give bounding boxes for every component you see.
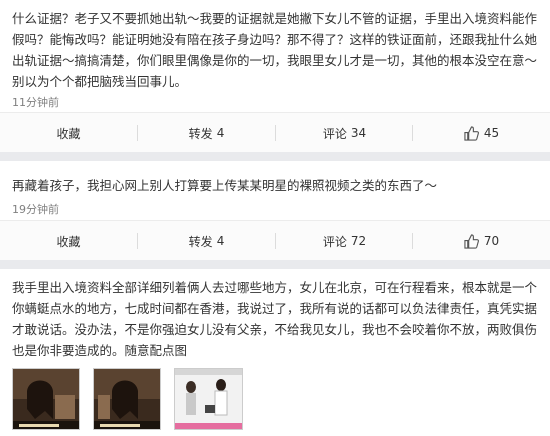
- post-time: 19分钟前: [12, 203, 59, 216]
- comment-label: 评论: [322, 126, 347, 141]
- post-time: 11分钟前: [12, 96, 59, 109]
- weibo-post-2: 再藏着孩子，我担心网上别人打算要上传某某明星的裸照视频之类的东西了～ 19分钟前…: [0, 161, 550, 261]
- thumbs-up-icon: [464, 233, 479, 249]
- repost-count: 4: [216, 126, 225, 140]
- post-text: 我手里出入境资料全部详细列着俩人去过哪些地方，女儿在北京，可在行程看来，根本就是…: [12, 280, 538, 358]
- repost-label: 转发: [188, 126, 213, 141]
- like-button[interactable]: 45: [413, 113, 550, 153]
- card-gap: [0, 152, 550, 161]
- comment-count: 34: [350, 126, 367, 140]
- comment-button[interactable]: 评论 34: [276, 113, 413, 153]
- post-image-2[interactable]: [93, 368, 161, 430]
- favorite-label: 收藏: [56, 234, 81, 249]
- favorite-button[interactable]: 收藏: [0, 221, 137, 261]
- favorite-button[interactable]: 收藏: [0, 113, 137, 153]
- post-image-1[interactable]: [12, 368, 80, 430]
- comment-count: 72: [350, 234, 367, 248]
- like-count: 45: [483, 126, 500, 140]
- post-text: 再藏着孩子，我担心网上别人打算要上传某某明星的裸照视频之类的东西了～: [12, 178, 438, 193]
- thumbs-up-icon: [464, 125, 479, 141]
- action-bar: 收藏 转发 4 评论 34 45: [0, 112, 550, 153]
- photo-thumbnail: [175, 369, 242, 429]
- like-count: 70: [483, 234, 500, 248]
- repost-button[interactable]: 转发 4: [138, 221, 275, 261]
- repost-button[interactable]: 转发 4: [138, 113, 275, 153]
- favorite-label: 收藏: [56, 126, 81, 141]
- card-gap: [0, 260, 550, 269]
- photo-thumbnail: [94, 369, 160, 429]
- like-button[interactable]: 70: [413, 221, 550, 261]
- post-text: 什么证据？老子又不要抓她出轨～我要的证据就是她撇下女儿不管的证据，手里出入境资料…: [12, 11, 538, 89]
- weibo-post-1: 什么证据？老子又不要抓她出轨～我要的证据就是她撇下女儿不管的证据，手里出入境资料…: [0, 0, 550, 153]
- post-image-3[interactable]: [174, 368, 243, 430]
- photo-thumbnail: [13, 369, 79, 429]
- action-bar: 收藏 转发 4 评论 72 70: [0, 220, 550, 261]
- repost-count: 4: [216, 234, 225, 248]
- comment-label: 评论: [322, 234, 347, 249]
- weibo-post-3: 我手里出入境资料全部详细列着俩人去过哪些地方，女儿在北京，可在行程看来，根本就是…: [0, 269, 550, 436]
- repost-label: 转发: [188, 234, 213, 249]
- comment-button[interactable]: 评论 72: [276, 221, 413, 261]
